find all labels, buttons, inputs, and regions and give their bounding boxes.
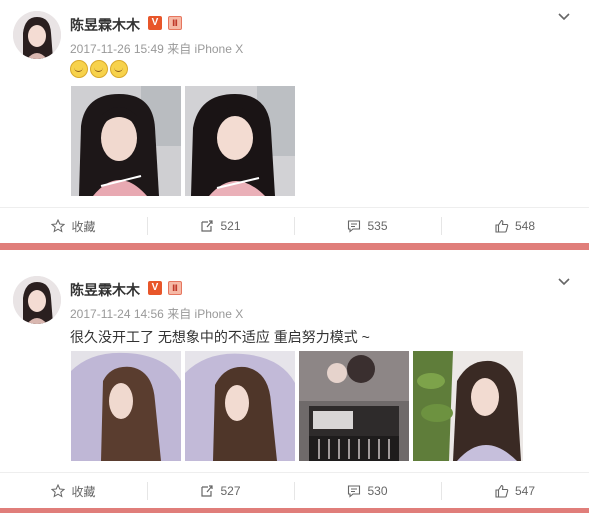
verified-badge-icon: V xyxy=(148,16,162,30)
member-badge-icon: Ⅱ xyxy=(168,16,182,30)
weibo-post: 陈昱霖木木 V Ⅱ 2017-11-24 14:56 来自 iPhone X 很… xyxy=(0,265,589,508)
post-image[interactable] xyxy=(71,351,181,461)
thumbs-up-icon xyxy=(495,484,509,498)
repost-button[interactable]: 527 xyxy=(147,473,294,509)
smile-emoji-icon xyxy=(70,60,88,79)
post-image[interactable] xyxy=(299,351,409,461)
avatar[interactable] xyxy=(13,276,61,324)
like-button[interactable]: 547 xyxy=(441,473,589,509)
favorite-label: 收藏 xyxy=(71,484,96,499)
repost-icon xyxy=(201,220,214,232)
favorite-label: 收藏 xyxy=(71,219,96,234)
weibo-post: 陈昱霖木木 V Ⅱ 2017-11-26 15:49 来自 iPhone X 收… xyxy=(0,0,589,243)
comment-count: 535 xyxy=(367,219,388,233)
smile-emoji-icon xyxy=(110,60,128,79)
like-count: 547 xyxy=(514,484,536,498)
repost-icon xyxy=(201,485,214,497)
favorite-button[interactable]: 收藏 xyxy=(0,473,147,509)
like-button[interactable]: 548 xyxy=(441,208,589,244)
chevron-down-icon[interactable] xyxy=(557,275,571,289)
like-count: 548 xyxy=(514,219,536,233)
avatar[interactable] xyxy=(13,11,61,59)
comment-count: 530 xyxy=(367,484,388,498)
favorite-button[interactable]: 收藏 xyxy=(0,208,147,244)
thumbs-up-icon xyxy=(495,219,509,233)
author-name[interactable]: 陈昱霖木木 xyxy=(70,15,140,35)
post-actions: 收藏 521 535 548 xyxy=(0,207,589,244)
post-image[interactable] xyxy=(413,351,523,461)
post-actions: 收藏 527 530 547 xyxy=(0,472,589,509)
verified-badge-icon: V xyxy=(148,281,162,295)
post-meta: 2017-11-26 15:49 来自 iPhone X xyxy=(70,42,244,56)
star-icon xyxy=(51,484,66,498)
comment-icon xyxy=(348,220,361,233)
repost-count: 527 xyxy=(220,484,241,498)
author-name[interactable]: 陈昱霖木木 xyxy=(70,280,140,300)
post-image[interactable] xyxy=(185,86,295,196)
post-image[interactable] xyxy=(185,351,295,461)
post-meta: 2017-11-24 14:56 来自 iPhone X xyxy=(70,307,244,321)
member-badge-icon: Ⅱ xyxy=(168,281,182,295)
star-icon xyxy=(51,219,66,233)
repost-count: 521 xyxy=(220,219,241,233)
repost-button[interactable]: 521 xyxy=(147,208,294,244)
post-gap xyxy=(0,250,589,265)
comment-button[interactable]: 535 xyxy=(294,208,441,244)
post-image[interactable] xyxy=(71,86,181,196)
post-separator xyxy=(0,508,589,513)
post-separator xyxy=(0,243,589,250)
chevron-down-icon[interactable] xyxy=(557,10,571,24)
post-content xyxy=(70,60,130,79)
post-text: 很久没开工了 无想象中的不适应 重启努力模式 ~ xyxy=(70,329,370,345)
comment-button[interactable]: 530 xyxy=(294,473,441,509)
comment-icon xyxy=(348,485,361,498)
smile-emoji-icon xyxy=(90,60,108,79)
